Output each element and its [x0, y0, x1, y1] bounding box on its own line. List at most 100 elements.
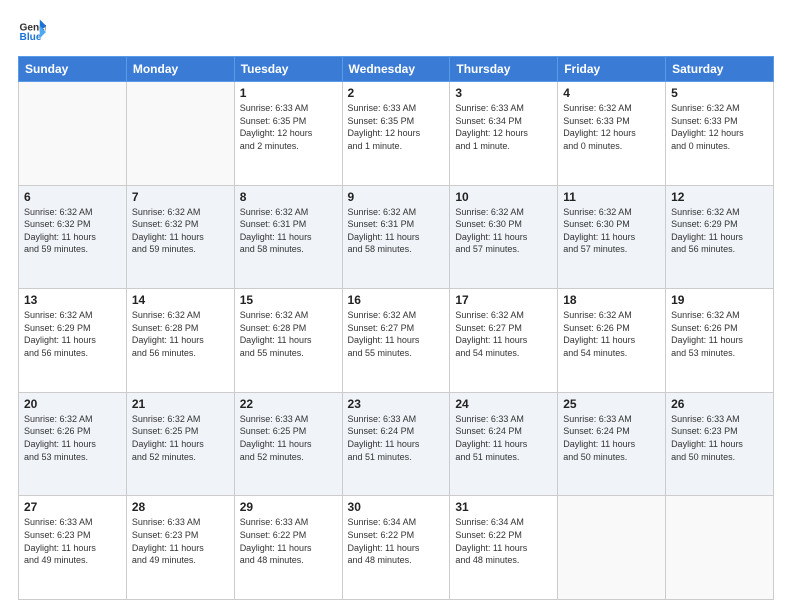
- calendar-cell: 5 Sunrise: 6:32 AM Sunset: 6:33 PM Daylig…: [666, 82, 774, 186]
- logo-icon: General Blue: [18, 18, 46, 46]
- calendar-cell: 10Sunrise: 6:32 AM Sunset: 6:30 PM Dayli…: [450, 185, 558, 289]
- day-info: Sunrise: 6:33 AM Sunset: 6:22 PM Dayligh…: [240, 516, 337, 566]
- calendar-cell: 27 Sunrise: 6:33 AM Sunset: 6:23 PM Dayli…: [19, 496, 127, 600]
- calendar-cell: 11Sunrise: 6:32 AM Sunset: 6:30 PM Dayli…: [558, 185, 666, 289]
- day-number: 29: [240, 500, 337, 514]
- calendar-cell: 15 Sunrise: 6:32 AM Sunset: 6:28 PM Dayli…: [234, 289, 342, 393]
- weekday-header-row: SundayMondayTuesdayWednesdayThursdayFrid…: [19, 57, 774, 82]
- day-number: 16: [348, 293, 445, 307]
- day-info: Sunrise: 6:32 AM Sunset: 6:29 PM Dayligh…: [24, 309, 121, 359]
- calendar-cell: 14Sunrise: 6:32 AM Sunset: 6:28 PM Dayli…: [126, 289, 234, 393]
- day-info: Sunrise: 6:33 AM Sunset: 6:35 PM Dayligh…: [348, 102, 445, 152]
- day-number: 20: [24, 397, 121, 411]
- calendar-cell: [19, 82, 127, 186]
- calendar-cell: 13 Sunrise: 6:32 AM Sunset: 6:29 PM Dayli…: [19, 289, 127, 393]
- weekday-tuesday: Tuesday: [234, 57, 342, 82]
- day-info: Sunrise: 6:32 AM Sunset: 6:26 PM Dayligh…: [24, 413, 121, 463]
- day-number: 19: [671, 293, 768, 307]
- day-info: Sunrise: 6:32 AM Sunset: 6:26 PM Dayligh…: [563, 309, 660, 359]
- day-info: Sunrise: 6:32 AM Sunset: 6:32 PM Dayligh…: [24, 206, 121, 256]
- day-info: Sunrise: 6:32 AM Sunset: 6:29 PM Dayligh…: [671, 206, 768, 256]
- day-info: Sunrise: 6:32 AM Sunset: 6:33 PM Dayligh…: [563, 102, 660, 152]
- svg-text:Blue: Blue: [20, 32, 42, 43]
- day-number: 21: [132, 397, 229, 411]
- day-info: Sunrise: 6:32 AM Sunset: 6:30 PM Dayligh…: [455, 206, 552, 256]
- day-info: Sunrise: 6:34 AM Sunset: 6:22 PM Dayligh…: [348, 516, 445, 566]
- day-number: 15: [240, 293, 337, 307]
- calendar-cell: 20 Sunrise: 6:32 AM Sunset: 6:26 PM Dayli…: [19, 392, 127, 496]
- day-number: 13: [24, 293, 121, 307]
- calendar-cell: 2 Sunrise: 6:33 AM Sunset: 6:35 PM Daylig…: [342, 82, 450, 186]
- logo: General Blue: [18, 18, 46, 46]
- day-number: 7: [132, 190, 229, 204]
- day-info: Sunrise: 6:34 AM Sunset: 6:22 PM Dayligh…: [455, 516, 552, 566]
- calendar-cell: 21Sunrise: 6:32 AM Sunset: 6:25 PM Dayli…: [126, 392, 234, 496]
- calendar-cell: 12 Sunrise: 6:32 AM Sunset: 6:29 PM Dayli…: [666, 185, 774, 289]
- calendar-cell: 3Sunrise: 6:33 AM Sunset: 6:34 PM Daylig…: [450, 82, 558, 186]
- day-number: 30: [348, 500, 445, 514]
- day-number: 23: [348, 397, 445, 411]
- day-number: 5: [671, 86, 768, 100]
- day-number: 2: [348, 86, 445, 100]
- weekday-sunday: Sunday: [19, 57, 127, 82]
- day-number: 24: [455, 397, 552, 411]
- day-info: Sunrise: 6:33 AM Sunset: 6:23 PM Dayligh…: [671, 413, 768, 463]
- calendar-cell: [558, 496, 666, 600]
- day-info: Sunrise: 6:32 AM Sunset: 6:30 PM Dayligh…: [563, 206, 660, 256]
- calendar-cell: 25 Sunrise: 6:33 AM Sunset: 6:24 PM Dayli…: [558, 392, 666, 496]
- day-number: 17: [455, 293, 552, 307]
- calendar-row-3: 20 Sunrise: 6:32 AM Sunset: 6:26 PM Dayli…: [19, 392, 774, 496]
- calendar-row-2: 13 Sunrise: 6:32 AM Sunset: 6:29 PM Dayli…: [19, 289, 774, 393]
- calendar-cell: 16 Sunrise: 6:32 AM Sunset: 6:27 PM Dayli…: [342, 289, 450, 393]
- calendar-cell: 31 Sunrise: 6:34 AM Sunset: 6:22 PM Dayli…: [450, 496, 558, 600]
- calendar-cell: 4 Sunrise: 6:32 AM Sunset: 6:33 PM Daylig…: [558, 82, 666, 186]
- day-info: Sunrise: 6:32 AM Sunset: 6:27 PM Dayligh…: [455, 309, 552, 359]
- day-number: 25: [563, 397, 660, 411]
- calendar-row-0: 1Sunrise: 6:33 AM Sunset: 6:35 PM Daylig…: [19, 82, 774, 186]
- day-number: 12: [671, 190, 768, 204]
- day-info: Sunrise: 6:33 AM Sunset: 6:24 PM Dayligh…: [348, 413, 445, 463]
- calendar-cell: 18 Sunrise: 6:32 AM Sunset: 6:26 PM Dayli…: [558, 289, 666, 393]
- day-number: 27: [24, 500, 121, 514]
- day-info: Sunrise: 6:33 AM Sunset: 6:24 PM Dayligh…: [563, 413, 660, 463]
- calendar-row-1: 6 Sunrise: 6:32 AM Sunset: 6:32 PM Daylig…: [19, 185, 774, 289]
- day-info: Sunrise: 6:32 AM Sunset: 6:28 PM Dayligh…: [240, 309, 337, 359]
- day-number: 8: [240, 190, 337, 204]
- day-number: 4: [563, 86, 660, 100]
- weekday-thursday: Thursday: [450, 57, 558, 82]
- calendar-cell: 29 Sunrise: 6:33 AM Sunset: 6:22 PM Dayli…: [234, 496, 342, 600]
- calendar-cell: 24Sunrise: 6:33 AM Sunset: 6:24 PM Dayli…: [450, 392, 558, 496]
- day-number: 31: [455, 500, 552, 514]
- day-number: 9: [348, 190, 445, 204]
- weekday-wednesday: Wednesday: [342, 57, 450, 82]
- day-number: 14: [132, 293, 229, 307]
- day-number: 26: [671, 397, 768, 411]
- calendar-cell: 26 Sunrise: 6:33 AM Sunset: 6:23 PM Dayli…: [666, 392, 774, 496]
- calendar-cell: [666, 496, 774, 600]
- calendar-cell: 6 Sunrise: 6:32 AM Sunset: 6:32 PM Daylig…: [19, 185, 127, 289]
- day-number: 6: [24, 190, 121, 204]
- day-info: Sunrise: 6:33 AM Sunset: 6:35 PM Dayligh…: [240, 102, 337, 152]
- calendar-cell: [126, 82, 234, 186]
- weekday-friday: Friday: [558, 57, 666, 82]
- calendar-cell: 17 Sunrise: 6:32 AM Sunset: 6:27 PM Dayli…: [450, 289, 558, 393]
- calendar-cell: 22Sunrise: 6:33 AM Sunset: 6:25 PM Dayli…: [234, 392, 342, 496]
- calendar-cell: 19Sunrise: 6:32 AM Sunset: 6:26 PM Dayli…: [666, 289, 774, 393]
- calendar-cell: 9 Sunrise: 6:32 AM Sunset: 6:31 PM Daylig…: [342, 185, 450, 289]
- calendar-row-4: 27 Sunrise: 6:33 AM Sunset: 6:23 PM Dayli…: [19, 496, 774, 600]
- calendar-cell: 30 Sunrise: 6:34 AM Sunset: 6:22 PM Dayli…: [342, 496, 450, 600]
- day-info: Sunrise: 6:32 AM Sunset: 6:31 PM Dayligh…: [348, 206, 445, 256]
- day-number: 18: [563, 293, 660, 307]
- day-number: 28: [132, 500, 229, 514]
- day-info: Sunrise: 6:33 AM Sunset: 6:34 PM Dayligh…: [455, 102, 552, 152]
- calendar-cell: 8 Sunrise: 6:32 AM Sunset: 6:31 PM Daylig…: [234, 185, 342, 289]
- weekday-saturday: Saturday: [666, 57, 774, 82]
- calendar-cell: 23 Sunrise: 6:33 AM Sunset: 6:24 PM Dayli…: [342, 392, 450, 496]
- day-info: Sunrise: 6:32 AM Sunset: 6:31 PM Dayligh…: [240, 206, 337, 256]
- day-info: Sunrise: 6:33 AM Sunset: 6:23 PM Dayligh…: [24, 516, 121, 566]
- page: General Blue SundayMondayTuesdayWednesda…: [0, 0, 792, 612]
- day-info: Sunrise: 6:32 AM Sunset: 6:33 PM Dayligh…: [671, 102, 768, 152]
- day-number: 22: [240, 397, 337, 411]
- calendar-cell: 28Sunrise: 6:33 AM Sunset: 6:23 PM Dayli…: [126, 496, 234, 600]
- day-info: Sunrise: 6:32 AM Sunset: 6:27 PM Dayligh…: [348, 309, 445, 359]
